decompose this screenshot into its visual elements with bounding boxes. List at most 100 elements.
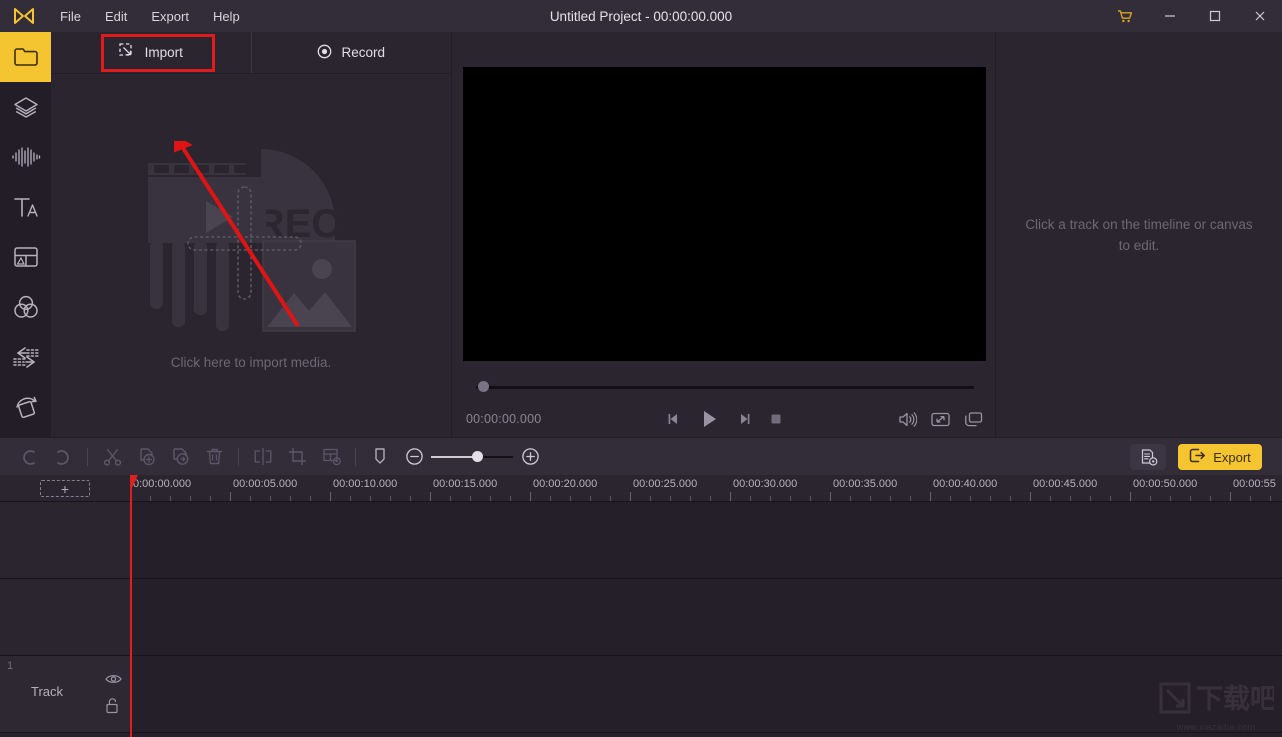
playhead[interactable] bbox=[130, 475, 132, 737]
ruler-tick-label: 00:00:10.000 bbox=[333, 478, 398, 490]
track-header[interactable] bbox=[0, 502, 130, 578]
sidebar-item-text[interactable] bbox=[0, 182, 51, 232]
media-drop-area[interactable]: REC Click here to import media. bbox=[51, 74, 451, 437]
close-icon[interactable] bbox=[1237, 0, 1282, 32]
track-row[interactable]: 1 Track bbox=[0, 656, 1282, 733]
marker-button[interactable] bbox=[363, 438, 397, 476]
speaker-icon[interactable] bbox=[898, 411, 917, 428]
maximize-icon[interactable] bbox=[1192, 0, 1237, 32]
cart-icon[interactable] bbox=[1102, 0, 1147, 32]
ruler-minor-tick bbox=[1250, 496, 1251, 501]
track-row[interactable] bbox=[0, 579, 1282, 656]
ruler-minor-tick bbox=[690, 496, 691, 501]
video-surface[interactable] bbox=[463, 66, 986, 361]
speed-button[interactable] bbox=[314, 438, 348, 476]
menu-item-help[interactable]: Help bbox=[201, 5, 252, 28]
zoom-in-button[interactable] bbox=[513, 438, 547, 476]
window-icon[interactable] bbox=[964, 411, 983, 427]
ruler-minor-tick bbox=[650, 496, 651, 501]
menu-item-export[interactable]: Export bbox=[139, 5, 201, 28]
ruler-minor-tick bbox=[390, 496, 391, 501]
ruler-major-tick bbox=[630, 492, 631, 501]
sidebar-item-overlays[interactable] bbox=[0, 232, 51, 282]
undo-button[interactable] bbox=[12, 438, 46, 476]
ruler-tick-label: 0:00:00.000 bbox=[133, 478, 192, 490]
marker-icon bbox=[375, 447, 385, 464]
ruler-tick-label: 00:00:50.000 bbox=[1133, 478, 1198, 490]
copy-button[interactable] bbox=[129, 438, 163, 476]
ruler-minor-tick bbox=[350, 496, 351, 501]
import-media-illustration: REC bbox=[126, 141, 376, 341]
ruler-minor-tick bbox=[550, 496, 551, 501]
sidebar-item-elements[interactable] bbox=[0, 382, 51, 432]
ruler-minor-tick bbox=[810, 496, 811, 501]
seek-track[interactable] bbox=[476, 386, 974, 389]
sidebar-item-media[interactable] bbox=[0, 32, 51, 82]
unlock-icon[interactable] bbox=[105, 697, 122, 719]
menu-item-edit[interactable]: Edit bbox=[93, 5, 139, 28]
ruler-minor-tick bbox=[270, 496, 271, 501]
toolbar-right-group: Export bbox=[1130, 438, 1262, 476]
tab-import[interactable]: Import bbox=[51, 32, 251, 73]
seek-handle[interactable] bbox=[478, 381, 489, 392]
track-header[interactable]: 1 Track bbox=[0, 656, 130, 732]
editing-toolbar: Export bbox=[0, 437, 1282, 475]
ruler-tick-label: 00:00:15.000 bbox=[433, 478, 498, 490]
media-panel: Import Record REC Click here to import m… bbox=[51, 32, 451, 437]
eye-icon[interactable] bbox=[105, 672, 122, 690]
timeline: + 0:00:00.000 00:00:05.000 00:00:10.000 00:… bbox=[0, 475, 1282, 737]
track-row[interactable] bbox=[0, 502, 1282, 579]
expand-icon[interactable] bbox=[931, 412, 950, 427]
ruler-minor-tick bbox=[970, 496, 971, 501]
ruler-minor-tick bbox=[750, 496, 751, 501]
zoom-out-button[interactable] bbox=[397, 438, 431, 476]
redo-icon bbox=[57, 449, 69, 465]
cut-button[interactable] bbox=[95, 438, 129, 476]
ruler-minor-tick bbox=[790, 496, 791, 501]
export-settings-button[interactable] bbox=[1130, 444, 1166, 470]
ruler-minor-tick bbox=[670, 496, 671, 501]
app-logo-icon bbox=[0, 0, 48, 32]
duplicate-icon bbox=[172, 448, 188, 465]
redo-button[interactable] bbox=[46, 438, 80, 476]
ruler-major-tick bbox=[930, 492, 931, 501]
add-track-button[interactable]: + bbox=[40, 480, 90, 497]
toolbar-divider bbox=[238, 447, 239, 466]
ruler-major-tick bbox=[330, 492, 331, 501]
sidebar-item-filters[interactable] bbox=[0, 282, 51, 332]
track-lane[interactable] bbox=[130, 579, 1282, 655]
ruler-minor-tick bbox=[570, 496, 571, 501]
timeline-ruler[interactable]: 0:00:00.000 00:00:05.000 00:00:10.000 00:00… bbox=[130, 475, 1282, 502]
tab-record[interactable]: Record bbox=[250, 32, 452, 73]
ruler-major-tick bbox=[1130, 492, 1131, 501]
duplicate-button[interactable] bbox=[163, 438, 197, 476]
zoom-slider-handle[interactable] bbox=[472, 450, 483, 462]
sidebar-item-effects[interactable] bbox=[0, 82, 51, 132]
menu-item-file[interactable]: File bbox=[48, 5, 93, 28]
preview-right-controls bbox=[898, 400, 983, 438]
prev-frame-icon[interactable] bbox=[666, 411, 682, 427]
track-lane[interactable] bbox=[130, 656, 1282, 732]
properties-placeholder: Click a track on the timeline or canvas … bbox=[1025, 216, 1253, 253]
timeline-zoom-slider[interactable] bbox=[431, 438, 513, 476]
sidebar-item-audio[interactable] bbox=[0, 132, 51, 182]
track-lane[interactable] bbox=[130, 502, 1282, 578]
video-canvas[interactable] bbox=[463, 50, 986, 377]
ruler-minor-tick bbox=[1050, 496, 1051, 501]
ruler-tick-label: 00:00:05.000 bbox=[233, 478, 298, 490]
next-frame-icon[interactable] bbox=[736, 411, 752, 427]
track-header[interactable] bbox=[0, 579, 130, 655]
seek-bar[interactable] bbox=[466, 380, 984, 396]
timeline-tracks: 1 Track bbox=[0, 502, 1282, 737]
ruler-major-tick bbox=[1030, 492, 1031, 501]
ruler-minor-tick bbox=[1170, 496, 1171, 501]
minimize-icon[interactable] bbox=[1147, 0, 1192, 32]
split-button[interactable] bbox=[246, 438, 280, 476]
stop-icon[interactable] bbox=[768, 411, 784, 427]
play-icon[interactable] bbox=[698, 408, 720, 430]
crop-button[interactable] bbox=[280, 438, 314, 476]
delete-button[interactable] bbox=[197, 438, 231, 476]
export-button[interactable]: Export bbox=[1178, 444, 1262, 470]
sidebar-item-transitions[interactable] bbox=[0, 332, 51, 382]
export-arrow-icon bbox=[1189, 448, 1206, 466]
